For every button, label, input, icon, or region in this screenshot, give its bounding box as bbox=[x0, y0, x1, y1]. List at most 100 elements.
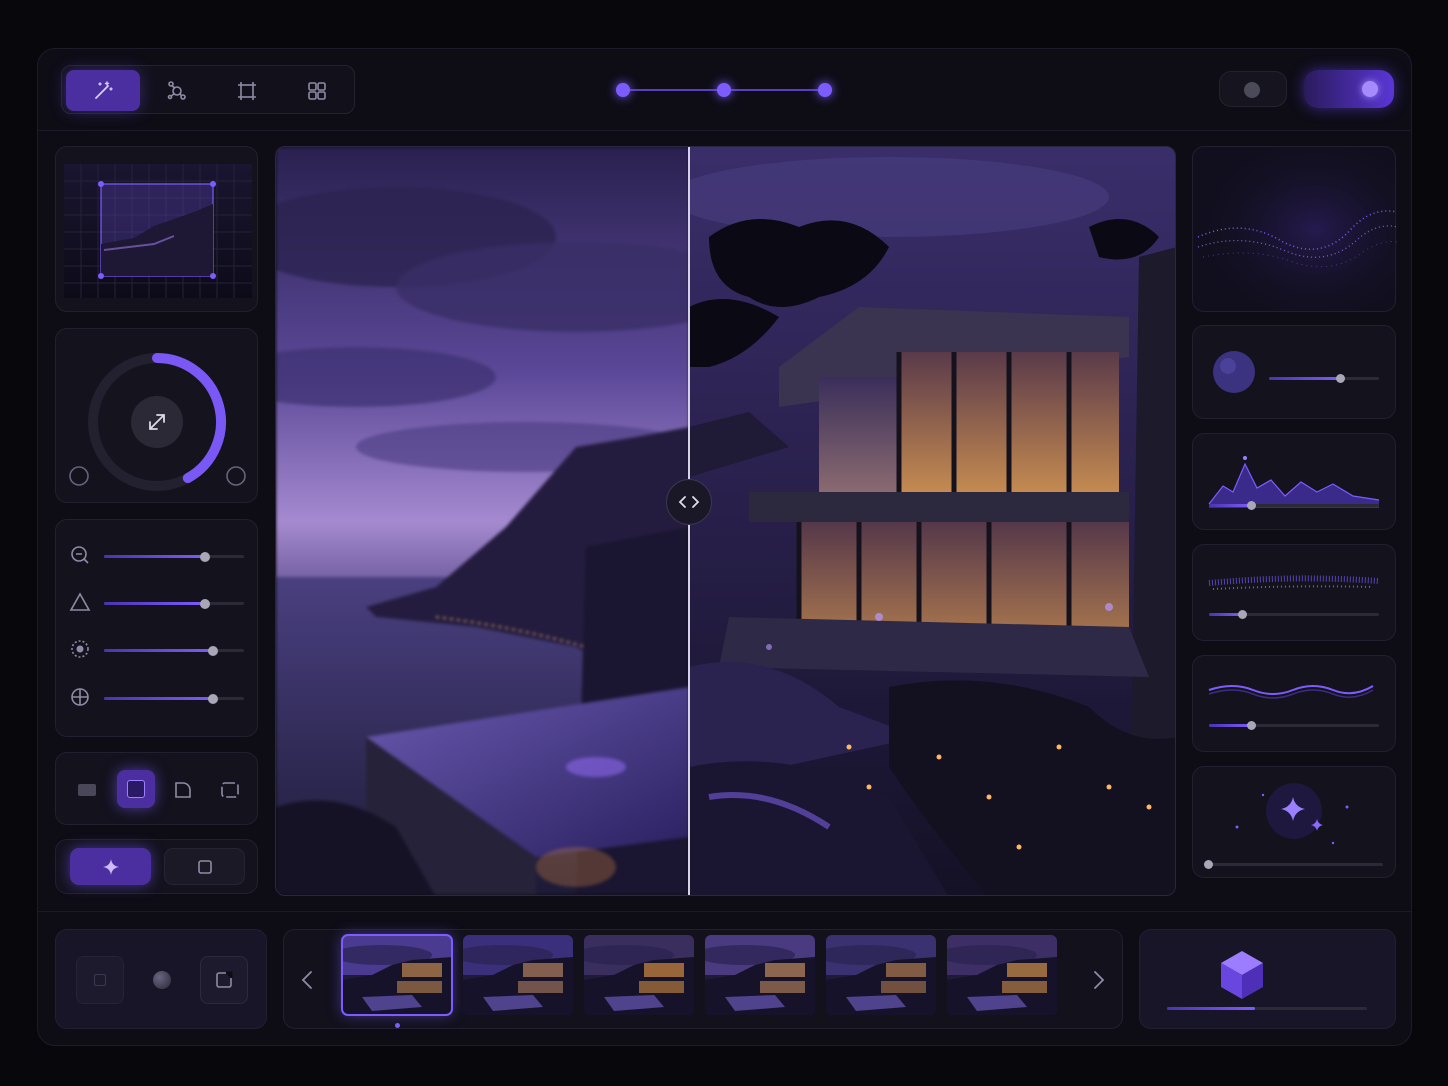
mountain-effect-fill bbox=[1209, 504, 1252, 507]
filmstrip-prev-button[interactable] bbox=[284, 930, 330, 1030]
thumbnail-2[interactable] bbox=[463, 935, 573, 1015]
export-panel[interactable] bbox=[1139, 929, 1396, 1029]
sparkle-line-effect-thumb[interactable] bbox=[1238, 609, 1247, 619]
focus-slider-thumb[interactable] bbox=[208, 645, 219, 656]
node-graph-icon bbox=[167, 80, 186, 100]
zoom-dial-panel bbox=[55, 328, 258, 503]
thumbnail-6[interactable] bbox=[947, 935, 1057, 1015]
magic-wand-tool-button[interactable] bbox=[66, 70, 140, 111]
thumbnail-4[interactable] bbox=[705, 935, 815, 1015]
active-thumbnail-indicator bbox=[395, 1023, 400, 1028]
stars-effect-track[interactable] bbox=[1209, 863, 1383, 866]
focus-icon bbox=[71, 640, 89, 658]
shape-slider-thumb[interactable] bbox=[199, 598, 210, 609]
zoom-dial[interactable] bbox=[56, 329, 259, 504]
crop-tool-button[interactable] bbox=[210, 70, 284, 111]
thumbnail-image bbox=[463, 935, 573, 1015]
header-divider bbox=[38, 130, 1411, 131]
editor-window bbox=[37, 48, 1412, 1046]
node-graph-tool-button[interactable] bbox=[140, 70, 214, 111]
sparkle-line-effect-panel[interactable] bbox=[1192, 544, 1396, 641]
step-3-dot[interactable] bbox=[818, 83, 832, 97]
grid-layout-tool-button[interactable] bbox=[280, 70, 354, 111]
step-1-dot[interactable] bbox=[616, 83, 630, 97]
rounded-corner-option-icon[interactable] bbox=[173, 780, 193, 800]
thumbnail-image bbox=[584, 935, 694, 1015]
before-scene bbox=[276, 147, 689, 895]
mountain-effect-preview bbox=[1208, 456, 1380, 508]
image-compare-canvas[interactable] bbox=[275, 146, 1176, 896]
wave-effect-thumb[interactable] bbox=[1246, 720, 1256, 730]
step-2-dot[interactable] bbox=[717, 83, 731, 97]
triangle-icon bbox=[69, 592, 91, 611]
shape-square-option[interactable] bbox=[117, 770, 155, 808]
particle-preview-panel[interactable] bbox=[1192, 146, 1398, 313]
square-icon bbox=[127, 780, 145, 798]
focus-slider-fill bbox=[104, 649, 214, 652]
crosshair-icon bbox=[71, 688, 89, 706]
toggle-knob bbox=[1362, 81, 1378, 97]
stars-effect-panel[interactable] bbox=[1192, 766, 1396, 878]
compare-handle[interactable] bbox=[666, 479, 712, 525]
wave-effect-preview bbox=[1208, 685, 1374, 699]
thumbnail-image bbox=[705, 935, 815, 1015]
navigator-preview[interactable] bbox=[64, 164, 252, 298]
crop-icon bbox=[238, 81, 256, 100]
thumbnail-1[interactable] bbox=[341, 934, 453, 1016]
after-scene bbox=[689, 147, 1175, 895]
layer-type-panel bbox=[55, 929, 267, 1029]
before-image bbox=[276, 147, 689, 895]
sparkle-icon bbox=[102, 858, 119, 875]
sparkle-mode-button[interactable] bbox=[70, 848, 151, 885]
layer-type-circle-button[interactable] bbox=[138, 956, 186, 1004]
footer-divider bbox=[38, 911, 1411, 912]
toggle-on[interactable] bbox=[1304, 70, 1394, 108]
chevron-left-right-icon bbox=[678, 496, 700, 508]
thumbnail-image bbox=[342, 935, 452, 1015]
zoom-slider-fill bbox=[104, 555, 205, 558]
square-mode-button[interactable] bbox=[164, 848, 245, 885]
layer-type-frame-button[interactable] bbox=[200, 956, 248, 1004]
grid-layout-icon bbox=[308, 81, 326, 100]
export-progress-fill bbox=[1167, 1007, 1255, 1010]
chevron-right-icon bbox=[1094, 971, 1105, 989]
thumbnail-image bbox=[947, 935, 1057, 1015]
magic-wand-icon bbox=[95, 80, 113, 99]
shape-slider-fill bbox=[104, 602, 205, 605]
thumbnail-5[interactable] bbox=[826, 935, 936, 1015]
navigator-panel bbox=[55, 146, 258, 312]
mode-selector-panel bbox=[55, 839, 258, 894]
tool-group bbox=[61, 65, 355, 114]
filmstrip-next-button[interactable] bbox=[1076, 930, 1122, 1030]
mountain-effect-panel[interactable] bbox=[1192, 433, 1396, 530]
toggle-off[interactable] bbox=[1219, 71, 1287, 107]
zoom-icon bbox=[71, 546, 89, 564]
square-outline-icon bbox=[197, 859, 212, 874]
target-slider-thumb[interactable] bbox=[208, 693, 219, 704]
target-slider-fill bbox=[104, 697, 214, 700]
circle-icon bbox=[153, 971, 171, 989]
shape-rect-option[interactable] bbox=[78, 784, 96, 796]
zoom-slider-thumb[interactable] bbox=[199, 551, 210, 562]
wave-effect-fill bbox=[1209, 724, 1252, 727]
layer-type-square-button[interactable] bbox=[76, 956, 124, 1004]
progress-stepper bbox=[616, 80, 836, 100]
frame-icon bbox=[216, 971, 233, 988]
square-icon bbox=[94, 974, 106, 986]
mountain-effect-thumb[interactable] bbox=[1246, 500, 1256, 510]
after-image bbox=[689, 147, 1175, 895]
rounded-rect-option-icon[interactable] bbox=[219, 780, 241, 800]
thumbnail-image bbox=[826, 935, 936, 1015]
adjustment-sliders-panel bbox=[55, 519, 258, 737]
sphere-effect-panel[interactable] bbox=[1192, 325, 1396, 419]
toggle-knob bbox=[1244, 82, 1260, 98]
thumbnail-3[interactable] bbox=[584, 935, 694, 1015]
cube-icon bbox=[1221, 951, 1263, 999]
sphere-effect-preview bbox=[1213, 351, 1255, 393]
wave-effect-panel[interactable] bbox=[1192, 655, 1396, 752]
stars-effect-thumb[interactable] bbox=[1204, 859, 1213, 869]
sphere-effect-thumb[interactable] bbox=[1335, 373, 1345, 383]
particle-wave-preview bbox=[1193, 147, 1398, 313]
sphere-effect-fill bbox=[1269, 377, 1341, 380]
sparkle-line-effect-preview bbox=[1208, 575, 1380, 590]
